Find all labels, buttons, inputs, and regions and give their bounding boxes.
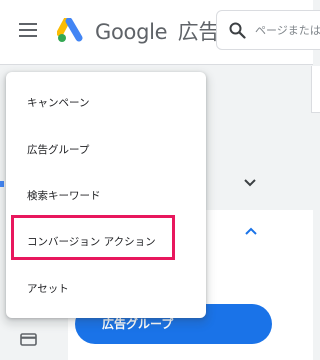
google-ads-logo-icon xyxy=(57,18,83,42)
menu-item-conversion-action[interactable]: コンバージョン アクション xyxy=(6,219,206,265)
logo-brand-text: Google xyxy=(95,20,168,44)
right-panel-edge xyxy=(311,66,320,113)
chevron-up-icon[interactable] xyxy=(244,226,258,236)
ad-group-button-label: 広告グループ xyxy=(102,317,174,331)
search-input[interactable]: ページまたは xyxy=(216,10,320,50)
create-dropdown-menu: キャンペーン 広告グループ 検索キーワード コンバージョン アクション アセット xyxy=(6,72,206,318)
menu-item-keywords[interactable]: 検索キーワード xyxy=(6,173,206,219)
nav-indicator xyxy=(0,181,4,187)
credit-card-icon[interactable] xyxy=(20,333,37,346)
menu-item-assets[interactable]: アセット xyxy=(6,266,206,312)
product-name[interactable]: Google 広告 xyxy=(95,16,219,46)
search-placeholder: ページまたは xyxy=(255,24,320,37)
logo-product-text: 広告 xyxy=(177,20,220,44)
hamburger-menu-icon[interactable] xyxy=(19,23,37,37)
top-app-bar: Google 広告 ページまたは xyxy=(0,0,320,65)
chevron-down-icon[interactable] xyxy=(243,178,257,188)
search-icon xyxy=(229,22,246,39)
menu-item-ad-group[interactable]: 広告グループ xyxy=(6,127,206,173)
menu-item-campaign[interactable]: キャンペーン xyxy=(6,80,206,126)
